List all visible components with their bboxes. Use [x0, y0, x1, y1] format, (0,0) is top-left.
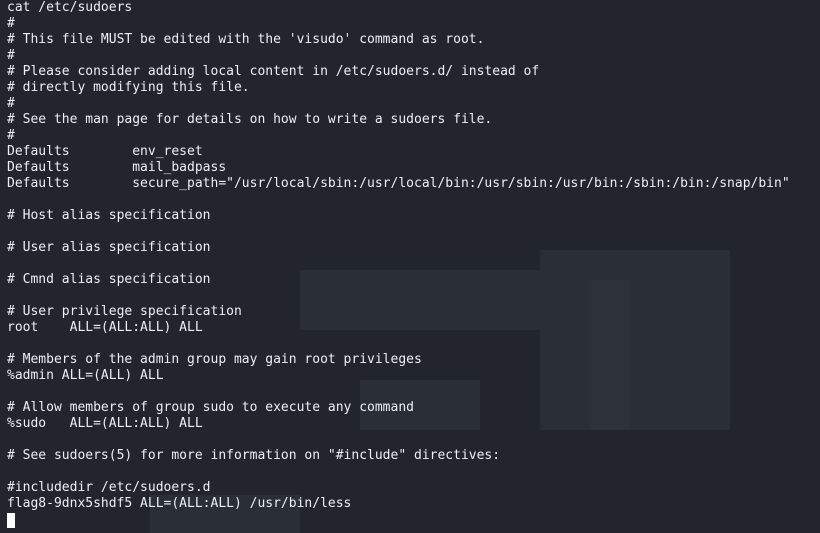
- terminal-line: #: [7, 16, 15, 31]
- terminal-output: cat /etc/sudoers # # This file MUST be edi…: [7, 0, 790, 528]
- terminal-line: # Host alias specification: [7, 208, 211, 223]
- terminal-line: # Cmnd alias specification: [7, 272, 211, 287]
- terminal-window[interactable]: cat /etc/sudoers # # This file MUST be edi…: [0, 0, 820, 533]
- terminal-line: #: [7, 48, 15, 63]
- terminal-line: # User privilege specification: [7, 304, 242, 319]
- terminal-line: # See sudoers(5) for more information on…: [7, 448, 501, 463]
- terminal-line: # Please consider adding local content i…: [7, 64, 540, 79]
- terminal-prompt-line[interactable]: [7, 512, 790, 528]
- terminal-line: Defaults mail_badpass: [7, 160, 227, 175]
- terminal-line: root ALL=(ALL:ALL) ALL: [7, 320, 203, 335]
- terminal-line: #: [7, 128, 15, 143]
- terminal-line: # directly modifying this file.: [7, 80, 250, 95]
- terminal-line: Defaults env_reset: [7, 144, 203, 159]
- terminal-line: %sudo ALL=(ALL:ALL) ALL: [7, 416, 203, 431]
- terminal-line: %admin ALL=(ALL) ALL: [7, 368, 164, 383]
- terminal-line: #includedir /etc/sudoers.d: [7, 480, 211, 495]
- text-cursor: [7, 513, 15, 528]
- terminal-line: Defaults secure_path="/usr/local/sbin:/u…: [7, 176, 790, 191]
- terminal-line: # See the man page for details on how to…: [7, 112, 493, 127]
- terminal-line: # This file MUST be edited with the 'vis…: [7, 32, 485, 47]
- terminal-line: # Allow members of group sudo to execute…: [7, 400, 414, 415]
- terminal-line: # Members of the admin group may gain ro…: [7, 352, 422, 367]
- terminal-line: # User alias specification: [7, 240, 211, 255]
- terminal-line: cat /etc/sudoers: [7, 0, 133, 15]
- terminal-line: #: [7, 96, 15, 111]
- terminal-line: flag8-9dnx5shdf5 ALL=(ALL:ALL) /usr/bin/…: [7, 496, 352, 511]
